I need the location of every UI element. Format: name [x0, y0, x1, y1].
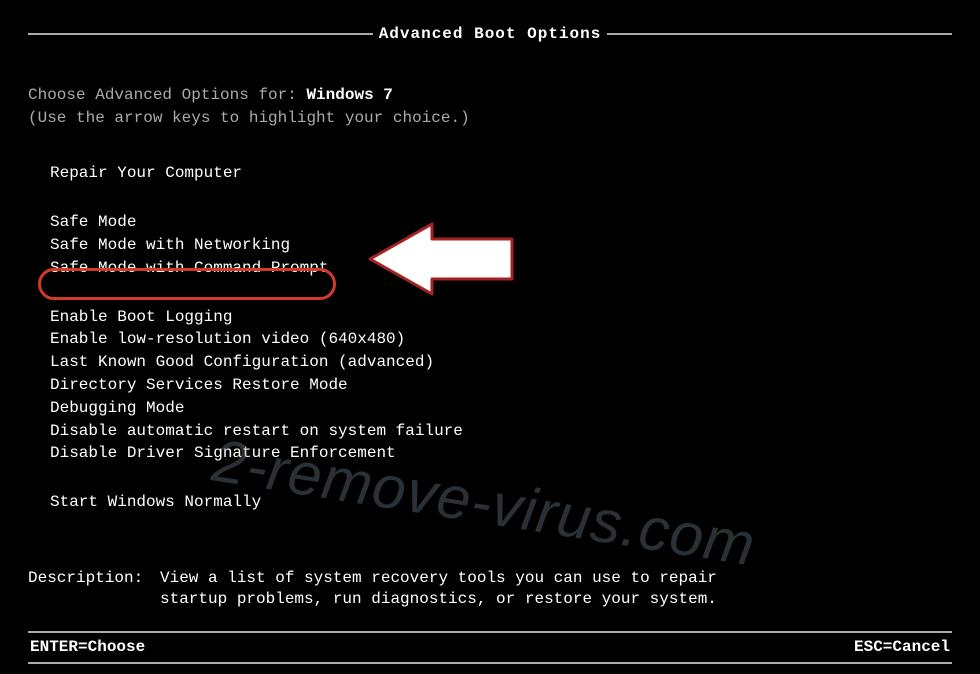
menu-debugging-mode[interactable]: Debugging Mode: [50, 397, 184, 420]
menu-safe-mode-command-prompt[interactable]: Safe Mode with Command Prompt: [50, 257, 328, 280]
menu-ds-restore-mode[interactable]: Directory Services Restore Mode: [50, 374, 348, 397]
page-title: Advanced Boot Options: [373, 24, 608, 45]
footer-enter-hint: ENTER=Choose: [30, 637, 145, 658]
menu-disable-driver-signature[interactable]: Disable Driver Signature Enforcement: [50, 442, 396, 465]
description-text: View a list of system recovery tools you…: [160, 568, 740, 610]
menu-repair-your-computer[interactable]: Repair Your Computer: [50, 162, 242, 185]
arrow-hint: (Use the arrow keys to highlight your ch…: [28, 108, 952, 129]
menu-safe-mode-networking[interactable]: Safe Mode with Networking: [50, 234, 290, 257]
menu-disable-auto-restart[interactable]: Disable automatic restart on system fail…: [50, 420, 463, 443]
footer-esc-hint: ESC=Cancel: [854, 637, 950, 658]
choose-prompt: Choose Advanced Options for: Windows 7: [28, 85, 952, 106]
menu-low-res-video[interactable]: Enable low-resolution video (640x480): [50, 328, 405, 351]
menu-last-known-good[interactable]: Last Known Good Configuration (advanced): [50, 351, 434, 374]
description-label: Description:: [28, 568, 160, 610]
menu-safe-mode[interactable]: Safe Mode: [50, 211, 136, 234]
os-name: Windows 7: [306, 86, 392, 104]
menu-enable-boot-logging[interactable]: Enable Boot Logging: [50, 306, 232, 329]
menu-start-windows-normally[interactable]: Start Windows Normally: [50, 491, 261, 514]
